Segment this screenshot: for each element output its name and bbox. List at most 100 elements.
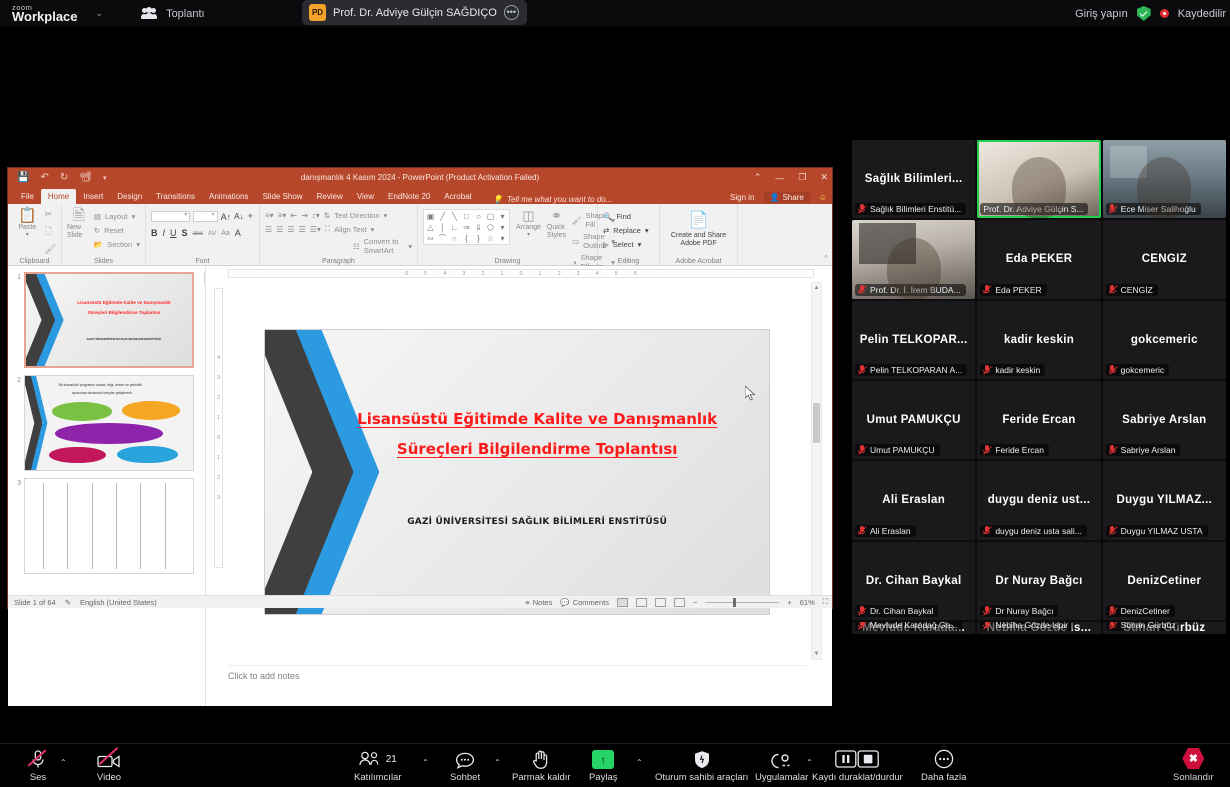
oval-shape-icon[interactable]: ○ (476, 212, 481, 221)
apps-button[interactable]: Uygulamalar (755, 749, 808, 783)
reset-button[interactable]: ↻ Reset (94, 226, 140, 235)
justify-button[interactable]: ☰ (299, 225, 306, 234)
zoom-logo[interactable]: zoom Workplace (12, 4, 78, 24)
sign-in-link[interactable]: Giriş yapın (1075, 8, 1128, 20)
vertical-ruler[interactable]: 4 3 2 1 0 1 2 3 (214, 288, 223, 568)
fit-to-window-icon[interactable]: ⛶ (823, 597, 828, 607)
increase-font-size-button[interactable]: A↑ (221, 212, 232, 222)
participant-tile[interactable]: Dr Nuray Bağcı Dr Nuray Bağcı (977, 541, 1101, 620)
new-slide-button[interactable]: 🖹 New Slide (67, 207, 91, 240)
slide-sorter-view-button[interactable] (635, 597, 647, 607)
decrease-font-size-button[interactable]: A↓ (234, 212, 243, 221)
textbox-shape-icon[interactable]: ▣ (427, 212, 435, 221)
participant-tile[interactable]: Prof. Dr. Adviye Gülçin S... (977, 140, 1101, 219)
shape-more2-icon[interactable]: ▾ (500, 223, 504, 232)
rectangle-shape-icon[interactable]: □ (464, 212, 469, 221)
participants-options-chevron-icon[interactable]: ⌃ (422, 758, 429, 767)
quick-styles-button[interactable]: ⚭ Quick Styles (547, 208, 566, 240)
restore-button[interactable]: ❐ (798, 172, 806, 183)
connector-shape-icon[interactable]: ∟ (451, 223, 459, 232)
right-angle-shape-icon[interactable]: ⌡ (440, 223, 445, 232)
slide-title-textbox[interactable]: Lisansüstü Eğitimde Kalite ve Danışmanlı… (325, 404, 748, 464)
comments-toggle-button[interactable]: 💬 Comments (560, 598, 609, 607)
align-text-button[interactable]: ⛶ Align Text ▾ (325, 224, 374, 234)
italic-button[interactable]: I (163, 228, 166, 238)
align-center-button[interactable]: ☰ (276, 225, 283, 234)
increase-indent-button[interactable]: ⇥ (301, 211, 308, 220)
shape-gallery[interactable]: ▣ ╱ ╲ □ ○ ▢ ▾ △ ⌡ ∟ ⇒ ⇓ ⬠ ▾ ∾ ⌒ ∩ {} ☆ … (423, 209, 510, 245)
underline-button[interactable]: U (170, 228, 177, 238)
active-meeting-tab[interactable]: PD Prof. Dr. Adviye Gülçin SAĞDIÇO ••• (302, 0, 527, 25)
tab-transitions[interactable]: Transitions (149, 189, 202, 204)
layout-button[interactable]: ▤ Layout ▾ (94, 212, 140, 221)
slide-thumbnail-1[interactable]: Lisansüstü Eğitimde Kalite ve Danışmanlı… (24, 272, 194, 368)
participant-tile[interactable]: Dr. Cihan Baykal Dr. Cihan Baykal (852, 541, 976, 620)
zoom-slider[interactable] (705, 597, 780, 607)
tell-me-search[interactable]: 💡 Tell me what you want to do... (493, 195, 613, 204)
powerpoint-sign-in[interactable]: Sign in (730, 193, 754, 202)
audio-button[interactable]: Ses (27, 749, 49, 783)
text-shadow-button[interactable]: S (182, 228, 188, 238)
shape-more-icon[interactable]: ▾ (500, 212, 504, 221)
more-options-icon[interactable]: ••• (503, 5, 519, 20)
participants-button[interactable]: 21 Katılımcılar (354, 749, 402, 783)
tab-slide-show[interactable]: Slide Show (256, 189, 310, 204)
notes-pane[interactable]: Click to add notes (228, 665, 806, 689)
share-options-chevron-icon[interactable]: ⌃ (636, 758, 643, 767)
list-item[interactable]: 1 Lisansüstü Eğitimde Kalite ve Danışman… (14, 272, 201, 368)
meetings-nav-item[interactable]: Toplantı (141, 7, 205, 20)
feedback-smiley-icon[interactable]: ☺ (819, 193, 827, 202)
powerpoint-share-button[interactable]: 👤 Share (763, 192, 810, 203)
tab-view[interactable]: View (350, 189, 381, 204)
character-spacing-button[interactable]: AV (208, 230, 216, 237)
rbrace-shape-icon[interactable]: } (477, 234, 480, 243)
right-arrow-shape-icon[interactable]: ⇒ (463, 223, 470, 232)
share-screen-button[interactable]: ↑ Paylaş (589, 749, 618, 783)
list-item[interactable]: 3 (14, 478, 201, 574)
tab-animations[interactable]: Animations (202, 189, 256, 204)
zoom-in-button[interactable]: + (787, 598, 791, 607)
format-painter-icon[interactable]: 🖌 (45, 244, 56, 255)
tab-insert[interactable]: Insert (76, 189, 110, 204)
chevron-down-icon[interactable]: ⌄ (96, 8, 104, 19)
align-left-button[interactable]: ☰ (265, 225, 272, 234)
down-arrow-shape-icon[interactable]: ⇓ (475, 223, 482, 232)
tab-acrobat[interactable]: Acrobat (437, 189, 479, 204)
ribbon-display-options-icon[interactable]: ⌃ (754, 172, 762, 183)
participant-tile[interactable]: Ece Miser Salihoğlu (1102, 140, 1226, 219)
minimize-button[interactable]: — (775, 173, 784, 183)
current-slide[interactable]: Lisansüstü Eğitimde Kalite ve Danışmanlı… (265, 330, 769, 614)
language-label[interactable]: English (United States) (80, 598, 157, 607)
replace-button[interactable]: ⇄ Replace ▾ (603, 226, 654, 235)
paste-button[interactable]: 📋 Paste ▾ (13, 207, 42, 239)
copy-icon[interactable]: 🗋 (45, 224, 56, 240)
scroll-down-icon[interactable]: ▼ (812, 649, 821, 659)
host-tools-button[interactable]: Oturum sahibi araçları (655, 749, 748, 783)
font-name-input[interactable] (151, 211, 191, 222)
curve-shape-icon[interactable]: ⌒ (439, 233, 447, 244)
scribble-shape-icon[interactable]: ∾ (427, 234, 434, 243)
shield-icon[interactable] (1136, 6, 1151, 21)
tab-home[interactable]: Home (40, 189, 77, 204)
notes-toggle-button[interactable]: ≡ Notes (525, 598, 552, 607)
select-button[interactable]: ▷ Select ▾ (603, 240, 654, 249)
participant-tile[interactable]: CENGİZ CENGİZ (1102, 220, 1226, 299)
pentagon-shape-icon[interactable]: ⬠ (487, 223, 494, 232)
arrange-button[interactable]: ◫ Arrange ▾ (516, 208, 541, 239)
arc-shape-icon[interactable]: ∩ (452, 234, 458, 243)
participant-tile[interactable]: gokcemeric gokcemeric (1102, 300, 1226, 379)
zoom-out-button[interactable]: − (693, 598, 697, 607)
participant-tile[interactable]: Sağlık Bilimleri... Sağlık Bilimleri Enst… (852, 140, 976, 219)
tab-design[interactable]: Design (110, 189, 149, 204)
zoom-level-label[interactable]: 61% (800, 598, 815, 607)
participant-tile[interactable]: kadir keskin kadir keskin (977, 300, 1101, 379)
more-button[interactable]: Daha fazla (921, 749, 966, 783)
slide-thumbnail-3[interactable] (24, 478, 194, 574)
change-case-button[interactable]: Aa (221, 230, 230, 237)
scroll-up-icon[interactable]: ▲ (812, 283, 821, 293)
section-button[interactable]: 📂 Section ▾ (94, 240, 140, 249)
line-spacing-button[interactable]: ↕▾ (312, 211, 320, 220)
list-item[interactable]: 2 Bir lisansüstü programın amacı; bilgi,… (14, 375, 201, 471)
rounded-rect-shape-icon[interactable]: ▢ (487, 212, 495, 221)
lbrace-shape-icon[interactable]: { (465, 234, 468, 243)
